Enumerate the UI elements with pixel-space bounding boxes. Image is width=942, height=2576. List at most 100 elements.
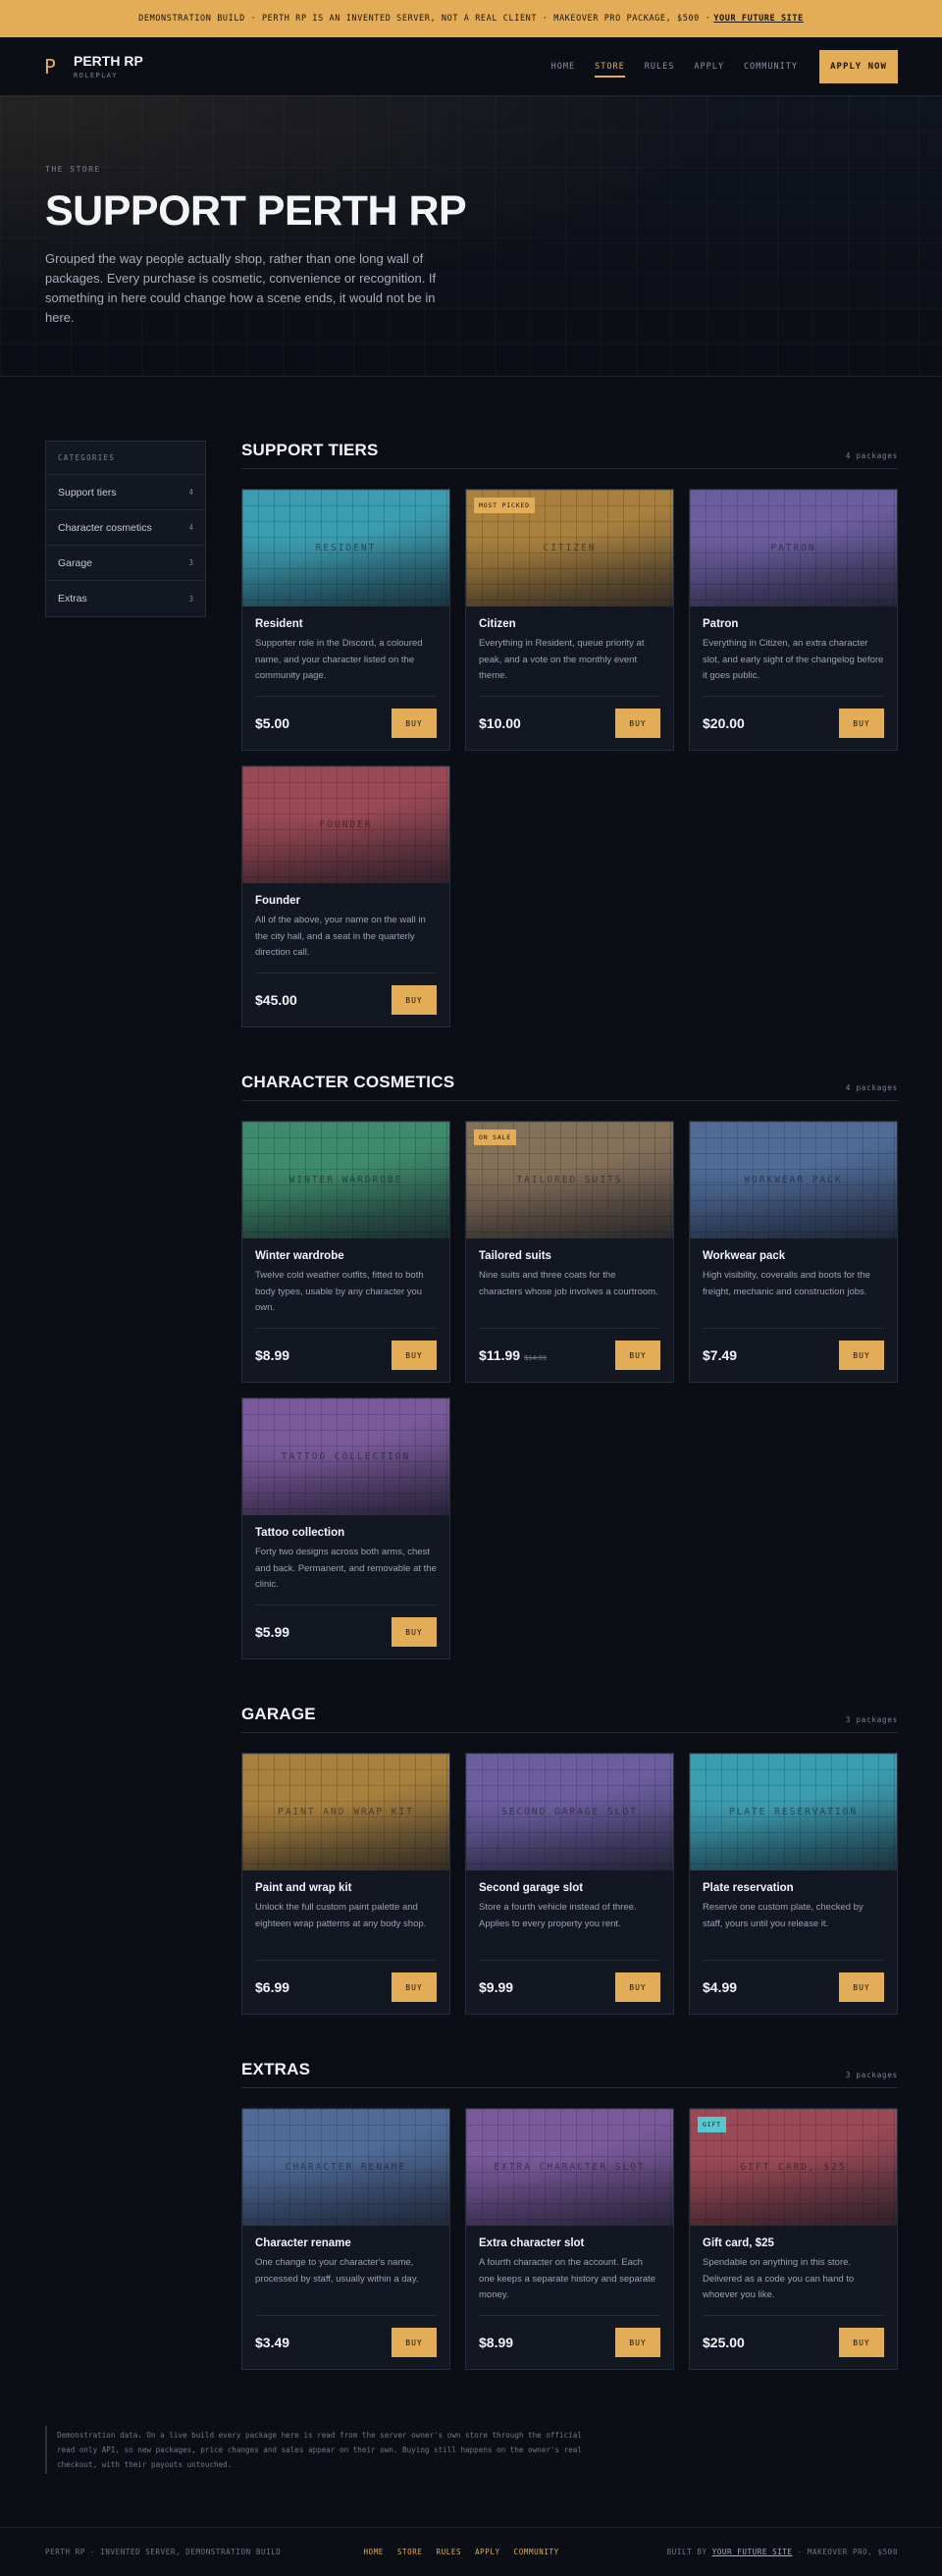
sidebar-item-garage[interactable]: Garage 3 xyxy=(46,546,205,581)
page-title: SUPPORT PERTH RP xyxy=(45,187,467,235)
brand[interactable]: P PERTH RP ROLEPLAY xyxy=(44,53,143,79)
package-footer: $5.00 BUY xyxy=(255,696,437,738)
package-card[interactable]: PLATE RESERVATION Plate reservation Reserv… xyxy=(689,1753,898,2015)
sidebar-item-count: 3 xyxy=(188,594,193,604)
sidebar-item-extras[interactable]: Extras 3 xyxy=(46,581,205,616)
footer-link-rules[interactable]: RULES xyxy=(436,2548,461,2556)
footer-link-community[interactable]: COMMUNITY xyxy=(514,2548,559,2556)
package-description: One change to your character's name, pro… xyxy=(255,2257,419,2285)
package-card[interactable]: RESIDENT Resident Supporter role in the Di… xyxy=(241,489,450,751)
package-footer: $5.99 BUY xyxy=(255,1604,437,1647)
package-description: Supporter role in the Discord, a coloure… xyxy=(255,638,423,681)
package-price: $7.49 xyxy=(703,1347,738,1363)
buy-button[interactable]: BUY xyxy=(615,1972,660,2002)
buy-button[interactable]: BUY xyxy=(615,709,660,738)
buy-button[interactable]: BUY xyxy=(392,1341,437,1370)
logo-icon: P xyxy=(44,54,57,79)
package-footer: $45.00 BUY xyxy=(255,973,437,1015)
buy-button[interactable]: BUY xyxy=(392,1972,437,2002)
buy-button[interactable]: BUY xyxy=(392,985,437,1015)
thumbnail-label: CITIZEN xyxy=(543,543,597,553)
footer-credit-suffix: · MAKEOVER PRO, $500 xyxy=(797,2548,898,2556)
buy-button[interactable]: BUY xyxy=(839,1972,884,2002)
buy-button[interactable]: BUY xyxy=(839,2328,884,2357)
package-price-wrap: $20.00 xyxy=(703,715,745,731)
store-main: CATEGORIES Support tiers 4 Character cos… xyxy=(0,377,942,2415)
package-title: Winter wardrobe xyxy=(255,1250,344,1262)
sidebar-item-support-tiers[interactable]: Support tiers 4 xyxy=(46,475,205,510)
package-thumbnail: WINTER WARDROBE xyxy=(242,1122,449,1238)
package-card[interactable]: WORKWEAR PACK Workwear pack High visibilit… xyxy=(689,1121,898,1383)
package-thumbnail: PAINT AND WRAP KIT xyxy=(242,1754,449,1870)
hero-eyebrow: THE STORE xyxy=(45,165,101,174)
package-card[interactable]: PAINT AND WRAP KIT Paint and wrap kit Unlo… xyxy=(241,1753,450,2015)
package-card[interactable]: TAILORED SUITS ON SALE Tailored suits Nine … xyxy=(465,1121,674,1383)
package-title: Patron xyxy=(703,618,739,630)
package-thumbnail: PLATE RESERVATION xyxy=(690,1754,897,1870)
package-footer: $8.99 BUY xyxy=(255,1328,437,1370)
package-price-wrap: $3.49 xyxy=(255,2335,289,2350)
package-title: Founder xyxy=(255,895,300,907)
sidebar-item-character-cosmetics[interactable]: Character cosmetics 4 xyxy=(46,510,205,546)
package-price: $25.00 xyxy=(703,2335,745,2350)
nav-link-rules[interactable]: RULES xyxy=(645,54,675,79)
package-card[interactable]: SECOND GARAGE SLOT Second garage slot Stor… xyxy=(465,1753,674,2015)
buy-button[interactable]: BUY xyxy=(615,2328,660,2357)
package-price-wrap: $4.99 xyxy=(703,1979,737,1995)
package-footer: $3.49 BUY xyxy=(255,2315,437,2357)
package-price-wrap: $11.99 $14.99 xyxy=(479,1347,547,1363)
package-card[interactable]: PATRON Patron Everything in Citizen, an ex… xyxy=(689,489,898,751)
buy-button[interactable]: BUY xyxy=(392,2328,437,2357)
footer-credit-link[interactable]: YOUR FUTURE SITE xyxy=(712,2548,793,2556)
package-card[interactable]: GIFT CARD, $25 GIFT Gift card, $25 Spendabl… xyxy=(689,2108,898,2370)
package-thumbnail: PATRON xyxy=(690,490,897,606)
section-header: CHARACTER COSMETICS 4 packages xyxy=(241,1073,898,1101)
package-card[interactable]: FOUNDER Founder All of the above, your nam… xyxy=(241,765,450,1027)
buy-button[interactable]: BUY xyxy=(392,709,437,738)
section-count: 3 packages xyxy=(845,2071,898,2079)
package-title: Tattoo collection xyxy=(255,1527,345,1539)
banner-link[interactable]: YOUR FUTURE SITE xyxy=(713,14,803,24)
buy-button[interactable]: BUY xyxy=(615,1341,660,1370)
nav-link-community[interactable]: COMMUNITY xyxy=(744,54,798,79)
package-price: $5.00 xyxy=(255,715,290,731)
package-title: Workwear pack xyxy=(703,1250,786,1262)
package-footer: $6.99 BUY xyxy=(255,1960,437,2002)
buy-button[interactable]: BUY xyxy=(392,1617,437,1647)
package-footer: $25.00 BUY xyxy=(703,2315,884,2357)
nav-link-apply[interactable]: APPLY xyxy=(694,54,724,79)
thumbnail-label: SECOND GARAGE SLOT xyxy=(501,1807,638,1817)
package-card[interactable]: EXTRA CHARACTER SLOT Extra character slot… xyxy=(465,2108,674,2370)
package-price-wrap: $6.99 xyxy=(255,1979,289,1995)
package-card[interactable]: WINTER WARDROBE Winter wardrobe Twelve col… xyxy=(241,1121,450,1383)
package-price: $45.00 xyxy=(255,992,297,1008)
buy-button[interactable]: BUY xyxy=(839,709,884,738)
package-card[interactable]: CHARACTER RENAME Character rename One chan… xyxy=(241,2108,450,2370)
package-card[interactable]: TATTOO COLLECTION Tattoo collection Forty … xyxy=(241,1397,450,1659)
section-header: EXTRAS 3 packages xyxy=(241,2060,898,2088)
footer-left-text: PERTH RP · INVENTED SERVER, DEMONSTRATIO… xyxy=(45,2548,282,2556)
thumbnail-label: CHARACTER RENAME xyxy=(285,2162,407,2173)
store-section: SUPPORT TIERS 4 packages RESIDENT Resident S… xyxy=(241,441,898,1027)
package-description: Everything in Resident, queue priority a… xyxy=(479,638,645,681)
thumbnail-label: GIFT CARD, $25 xyxy=(740,2162,847,2173)
store-section: GARAGE 3 packages PAINT AND WRAP KIT Paint … xyxy=(241,1705,898,2015)
nav-link-store[interactable]: STORE xyxy=(595,54,625,79)
buy-button[interactable]: BUY xyxy=(839,1341,884,1370)
package-price-wrap: $8.99 xyxy=(255,1347,289,1363)
footer-link-store[interactable]: STORE xyxy=(397,2548,423,2556)
footer-link-home[interactable]: HOME xyxy=(363,2548,383,2556)
package-card[interactable]: CITIZEN MOST PICKED Citizen Everything in R… xyxy=(465,489,674,751)
sidebar-item-label: Extras xyxy=(58,593,87,605)
package-price: $3.49 xyxy=(255,2335,290,2350)
store-content: SUPPORT TIERS 4 packages RESIDENT Resident S… xyxy=(241,441,898,2415)
package-footer: $20.00 BUY xyxy=(703,696,884,738)
package-price-wrap: $45.00 xyxy=(255,992,297,1008)
apply-now-button[interactable]: APPLY NOW xyxy=(819,49,898,83)
footer-credit: BUILT BY YOUR FUTURE SITE · MAKEOVER PRO… xyxy=(667,2548,898,2556)
package-title: Second garage slot xyxy=(479,1882,584,1894)
nav-link-home[interactable]: HOME xyxy=(551,54,575,79)
footer-link-apply[interactable]: APPLY xyxy=(475,2548,500,2556)
section-count: 4 packages xyxy=(845,451,898,460)
package-thumbnail: EXTRA CHARACTER SLOT xyxy=(466,2109,673,2226)
